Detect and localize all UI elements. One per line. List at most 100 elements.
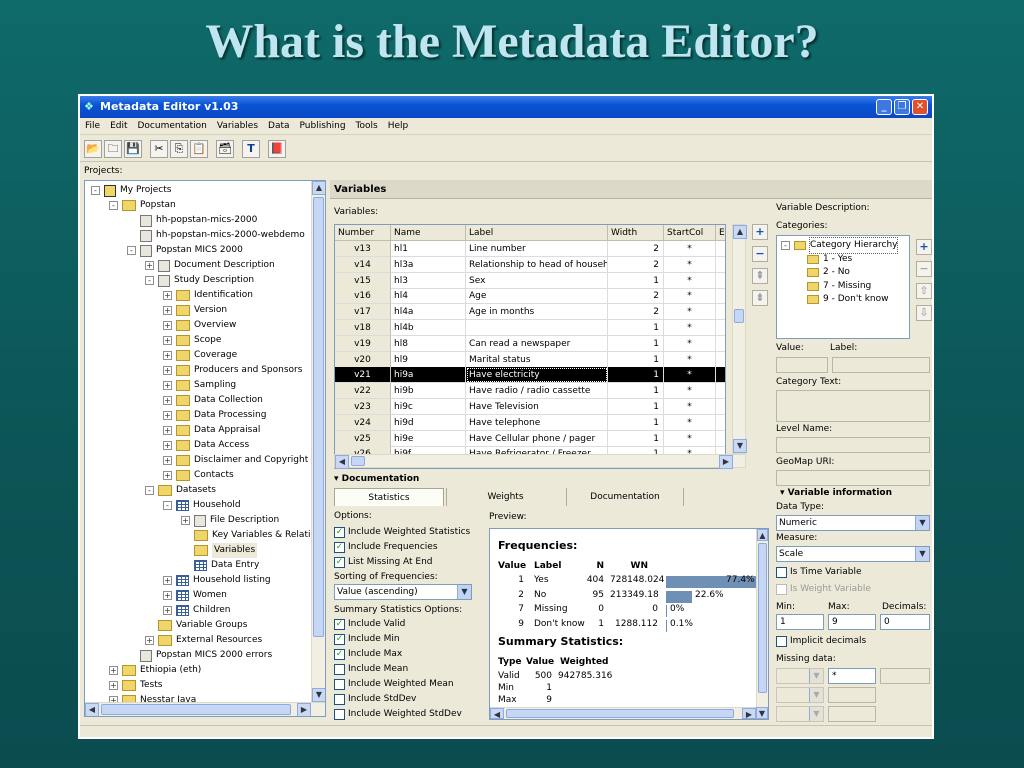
checkbox-icon[interactable] [334,708,345,720]
sorting-select[interactable]: Value (ascending) ▼ [334,584,472,600]
grid-cell[interactable]: * [664,256,716,273]
tree-item[interactable]: + Document Description [145,258,275,273]
grid-cell[interactable]: * [664,241,716,257]
grid-cell[interactable] [716,273,725,289]
is-weight-variable-row[interactable]: Is Weight Variable [776,582,871,596]
grid-cell[interactable]: Sex [466,272,608,289]
checkbox-icon[interactable] [334,663,345,675]
grid-cell[interactable]: Marital status [466,351,608,368]
checked-checkbox-icon[interactable]: ✓ [334,618,345,630]
remove-category-button[interactable]: − [916,261,932,277]
grid-cell[interactable]: 2 [608,304,664,321]
save-icon[interactable]: 💾 [124,140,142,158]
implicit-decimals-row[interactable]: Implicit decimals [776,634,866,648]
tree-item[interactable]: + Children [163,603,230,618]
grid-cell[interactable]: Have Cellular phone / pager [466,430,608,447]
row-number-cell[interactable]: v18 [335,320,391,336]
preview-scroll-up-icon[interactable]: ▲ [757,529,768,541]
row-number-cell[interactable]: v20 [335,351,391,368]
is-time-variable-row[interactable]: Is Time Variable [776,565,862,579]
grid-cell[interactable]: hi9d [391,414,466,431]
tree-item[interactable]: - Popstan MICS 2000 [127,243,243,258]
grid-cell[interactable] [716,399,725,415]
grid-cell[interactable] [466,320,608,336]
window-titlebar[interactable]: ❖ Metadata Editor v1.03 _ ❐ ✕ [80,96,932,118]
checked-checkbox-icon[interactable]: ✓ [334,633,345,645]
tree-item[interactable]: hh-popstan-mics-2000-webdemo [127,228,305,243]
tree-item[interactable]: + Producers and Sponsors [163,363,302,378]
grid-cell[interactable]: Have radio / radio cassette [466,383,608,400]
tab-weights[interactable]: Weights [446,488,564,506]
checkbox-icon[interactable] [334,678,345,690]
row-number-cell[interactable]: v25 [335,430,391,447]
grid-cell[interactable]: * [664,272,716,289]
expand-icon[interactable]: + [163,456,172,465]
grid-cell[interactable] [716,241,725,257]
database-icon[interactable]: 🗃 [216,140,234,158]
preview-horizontal-scrollbar[interactable]: ◀ ▶ [490,707,756,719]
grid-cell[interactable]: * [664,414,716,431]
geomap-uri-field[interactable] [776,470,930,486]
expand-icon[interactable]: + [163,381,172,390]
grid-cell[interactable]: hi9b [391,383,466,400]
checked-checkbox-icon[interactable]: ✓ [334,556,345,568]
grid-cell[interactable] [716,336,725,352]
expand-icon[interactable]: + [163,306,172,315]
grid-cell[interactable]: Have telephone [466,414,608,431]
checkbox-icon[interactable] [776,583,787,595]
missing-type-select[interactable]: ▼ [776,706,824,722]
row-number-cell[interactable]: v24 [335,414,391,431]
expand-icon[interactable]: + [163,336,172,345]
grid-scroll-left-icon[interactable]: ◀ [335,455,349,469]
category-up-button[interactable]: ⇧ [916,283,932,299]
tree-item[interactable]: - My Projects [91,183,171,198]
preview-scroll-left-icon[interactable]: ◀ [490,708,504,719]
collapse-icon[interactable]: - [127,246,136,255]
min-field[interactable]: 1 [776,614,824,630]
grid-cell[interactable] [716,431,725,447]
grid-cell[interactable]: 1 [608,399,664,415]
tree-item[interactable]: Key Variables & Relatio [181,528,313,543]
grid-cell[interactable]: hl3a [391,256,466,273]
missing-value-field[interactable] [828,706,876,722]
tree-item[interactable]: + Identification [163,288,253,303]
option-checkbox-row[interactable]: ✓ List Missing At End [334,555,433,569]
grid-cell[interactable]: Have electricity [466,367,608,384]
cut-icon[interactable]: ✂ [150,140,168,158]
grid-cell[interactable]: hl4a [391,304,466,321]
tree-item[interactable]: + Tests [109,678,162,693]
grid-cell[interactable]: Have Television [466,399,608,415]
grid-cell[interactable]: Age [466,288,608,305]
checked-checkbox-icon[interactable]: ✓ [334,541,345,553]
preview-scroll-down-icon[interactable]: ▼ [756,707,768,719]
row-number-cell[interactable]: v17 [335,304,391,321]
expand-icon[interactable]: + [145,261,154,270]
chevron-down-icon[interactable]: ▼ [809,707,823,721]
tree-item[interactable]: hh-popstan-mics-2000 [127,213,257,228]
missing-value-field[interactable] [880,668,930,684]
tab-statistics[interactable]: Statistics [334,488,444,506]
add-category-button[interactable]: + [916,239,932,255]
collapse-icon[interactable]: - [163,501,172,510]
tree-item[interactable]: + Disclaimer and Copyright [163,453,308,468]
tree-item[interactable]: Data Entry [181,558,259,573]
grid-scroll-down-icon[interactable]: ▼ [733,439,747,453]
menu-item-help[interactable]: Help [383,119,414,133]
grid-horizontal-scrollbar[interactable]: ◀ ▶ [334,454,746,469]
category-item[interactable]: 2 - No [807,266,850,279]
grid-hscroll-thumb[interactable] [351,456,365,466]
grid-cell[interactable]: * [664,367,716,384]
row-number-cell[interactable]: v23 [335,399,391,415]
collapse-arrow-icon[interactable]: ▾ [780,488,788,498]
missing-type-select[interactable]: ▼ [776,668,824,684]
tree-item[interactable]: Popstan MICS 2000 errors [127,648,272,663]
scroll-down-icon[interactable]: ▼ [312,688,325,702]
grid-header-name[interactable]: Name [391,225,466,241]
category-item[interactable]: - Category Hierarchy [781,237,899,254]
grid-cell[interactable]: * [664,320,716,336]
grid-cell[interactable]: 2 [608,288,664,305]
checkbox-icon[interactable] [334,693,345,705]
summary-option-row[interactable]: ✓ Include Valid [334,617,405,631]
category-text-field[interactable] [776,390,930,422]
checked-checkbox-icon[interactable]: ✓ [334,648,345,660]
